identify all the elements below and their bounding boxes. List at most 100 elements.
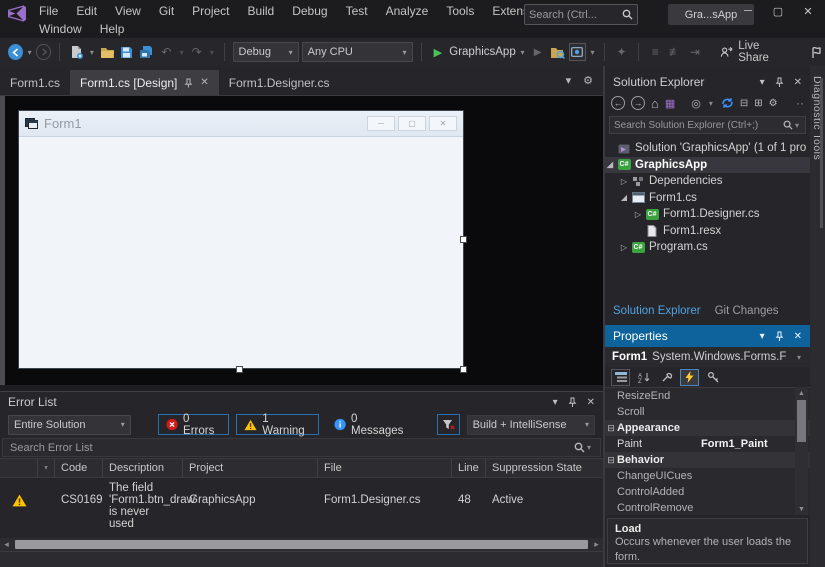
save-all-icon[interactable]: [138, 43, 155, 61]
collapsed-icon[interactable]: ▷: [633, 210, 643, 219]
close-icon[interactable]: ✕: [793, 0, 823, 22]
navigate-back-icon[interactable]: [8, 44, 23, 60]
sync-with-active-document-icon[interactable]: ◎: [691, 97, 701, 110]
tab-form1-designer-cs[interactable]: Form1.Designer.cs: [219, 70, 340, 95]
tree-item-form1-designer-cs[interactable]: ▷ C# Form1.Designer.cs: [605, 206, 810, 223]
designed-form[interactable]: Form1 ─ ▢ ✕: [18, 110, 464, 369]
live-preview-dropdown-icon[interactable]: ▾: [589, 48, 596, 57]
sync-dropdown-icon[interactable]: ▾: [707, 99, 715, 108]
menu-debug[interactable]: Debug: [283, 2, 336, 20]
collapse-category-icon[interactable]: ⊟: [605, 455, 617, 466]
startup-project-dropdown-icon[interactable]: ▾: [519, 48, 526, 57]
error-list-search-box[interactable]: Search Error List ▾: [2, 438, 601, 457]
scrollbar-thumb[interactable]: [15, 540, 588, 549]
feedback-icon[interactable]: [808, 43, 825, 61]
find-in-files-icon[interactable]: [549, 43, 566, 61]
close-panel-icon[interactable]: ✕: [794, 77, 802, 88]
pin-icon[interactable]: [568, 397, 577, 408]
menu-analyze[interactable]: Analyze: [377, 2, 438, 20]
solution-configuration-dropdown[interactable]: Debug ▾: [232, 42, 299, 62]
categorized-icon[interactable]: [611, 368, 630, 386]
winforms-designer-surface[interactable]: Form1 ─ ▢ ✕: [0, 95, 603, 385]
undo-dropdown-icon[interactable]: ▾: [178, 48, 185, 57]
tree-item-solution[interactable]: Solution 'GraphicsApp' (1 of 1 pro: [605, 140, 810, 157]
resize-handle-bottom[interactable]: [236, 366, 243, 373]
new-file-dropdown-icon[interactable]: ▾: [88, 48, 95, 57]
category-row-behavior[interactable]: ⊟ Behavior: [605, 452, 810, 468]
column-suppression-state[interactable]: Suppression State: [486, 459, 603, 477]
menu-help[interactable]: Help: [91, 20, 134, 38]
vertical-scrollbar-thumb[interactable]: [820, 78, 823, 228]
events-icon[interactable]: [680, 368, 699, 386]
tab-form1-cs-design[interactable]: Form1.cs [Design] ✕: [70, 70, 219, 95]
tree-item-project-graphicsapp[interactable]: ◢ C# GraphicsApp: [605, 156, 810, 173]
undo-icon[interactable]: ↶: [158, 43, 175, 61]
alphabetical-icon[interactable]: AZ: [634, 369, 653, 386]
expanded-icon[interactable]: ◢: [605, 160, 615, 169]
tree-item-form1-resx[interactable]: Form1.resx: [605, 223, 810, 240]
se-back-icon[interactable]: ←: [611, 96, 625, 110]
open-folder-icon[interactable]: [99, 43, 116, 61]
minimize-icon[interactable]: ─: [733, 0, 763, 22]
expanded-icon[interactable]: ◢: [619, 193, 629, 202]
overflow-icon[interactable]: ··: [796, 96, 804, 110]
save-icon[interactable]: [118, 43, 135, 61]
menu-test[interactable]: Test: [337, 2, 377, 20]
error-table-row[interactable]: CS0169 The field 'Form1.btn_draw' is nev…: [0, 478, 603, 534]
column-project[interactable]: Project: [183, 459, 318, 477]
tree-item-dependencies[interactable]: ▷ Dependencies: [605, 173, 810, 190]
solution-explorer-search-box[interactable]: Search Solution Explorer (Ctrl+;) ▾: [609, 116, 806, 134]
messages-toggle-button[interactable]: 0 Messages: [325, 413, 417, 437]
resize-handle-right[interactable]: [460, 236, 467, 243]
category-row-appearance[interactable]: ⊟ Appearance: [605, 420, 810, 436]
collapsed-icon[interactable]: ▷: [619, 177, 629, 186]
collapse-all-icon[interactable]: ⊟: [740, 98, 748, 109]
tab-git-changes[interactable]: Git Changes: [715, 305, 779, 317]
menu-tools[interactable]: Tools: [437, 2, 483, 20]
active-files-dropdown-icon[interactable]: ▾: [566, 74, 572, 87]
properties-view-icon[interactable]: [657, 369, 676, 386]
properties-icon[interactable]: ⚙: [769, 98, 778, 109]
column-filter[interactable]: [38, 459, 55, 477]
properties-scrollbar[interactable]: ▲ ▼: [795, 387, 808, 515]
live-preview-icon[interactable]: [568, 43, 586, 61]
solution-explorer-header[interactable]: Solution Explorer ▾ ✕: [605, 72, 810, 92]
column-severity[interactable]: [0, 459, 38, 477]
menu-project[interactable]: Project: [183, 2, 238, 20]
gear-icon[interactable]: ⚙: [583, 74, 593, 87]
new-file-icon[interactable]: [68, 43, 85, 61]
column-code[interactable]: Code: [55, 459, 103, 477]
close-panel-icon[interactable]: ✕: [587, 397, 595, 408]
tree-item-program-cs[interactable]: ▷ C# Program.cs: [605, 239, 810, 256]
warnings-toggle-button[interactable]: 1 Warning: [236, 413, 319, 437]
form-minimize-icon[interactable]: ─: [367, 116, 395, 131]
scroll-up-icon[interactable]: ▲: [795, 387, 808, 399]
properties-object-dropdown[interactable]: Form1 System.Windows.Forms.F ▾: [605, 347, 810, 367]
scroll-down-icon[interactable]: ▼: [795, 503, 808, 515]
horizontal-scrollbar[interactable]: ◂ ▸: [0, 538, 603, 551]
solution-platform-dropdown[interactable]: Any CPU ▾: [301, 42, 413, 62]
navigate-back-dropdown-icon[interactable]: ▾: [26, 48, 33, 57]
search-options-dropdown-icon[interactable]: ▾: [585, 443, 593, 452]
switch-views-icon[interactable]: ▦: [665, 97, 675, 110]
window-position-dropdown-icon[interactable]: ▾: [760, 331, 765, 342]
resize-handle-bottom-right[interactable]: [460, 366, 467, 373]
close-panel-icon[interactable]: ✕: [794, 331, 802, 342]
collapse-category-icon[interactable]: ⊟: [605, 423, 617, 434]
start-debugging-icon[interactable]: ▶: [429, 43, 446, 61]
scrollbar-thumb[interactable]: [797, 400, 806, 442]
column-file[interactable]: File: [318, 459, 452, 477]
se-forward-icon[interactable]: →: [631, 96, 645, 110]
filter-button[interactable]: [436, 414, 460, 435]
global-search-box[interactable]: Search (Ctrl...: [524, 4, 638, 25]
scroll-right-icon[interactable]: ▸: [590, 539, 603, 550]
show-all-files-icon[interactable]: ⊞: [754, 98, 762, 109]
event-row-controlremove[interactable]: ControlRemove: [605, 500, 810, 516]
navigate-forward-icon[interactable]: [36, 44, 52, 60]
error-list-header[interactable]: Error List ▾ ✕: [0, 392, 603, 412]
menu-git[interactable]: Git: [150, 2, 183, 20]
search-options-dropdown-icon[interactable]: ▾: [793, 121, 801, 130]
event-row-controladded[interactable]: ControlAdded: [605, 484, 810, 500]
tab-solution-explorer[interactable]: Solution Explorer: [613, 305, 701, 317]
startup-project-label[interactable]: GraphicsApp: [449, 46, 515, 58]
